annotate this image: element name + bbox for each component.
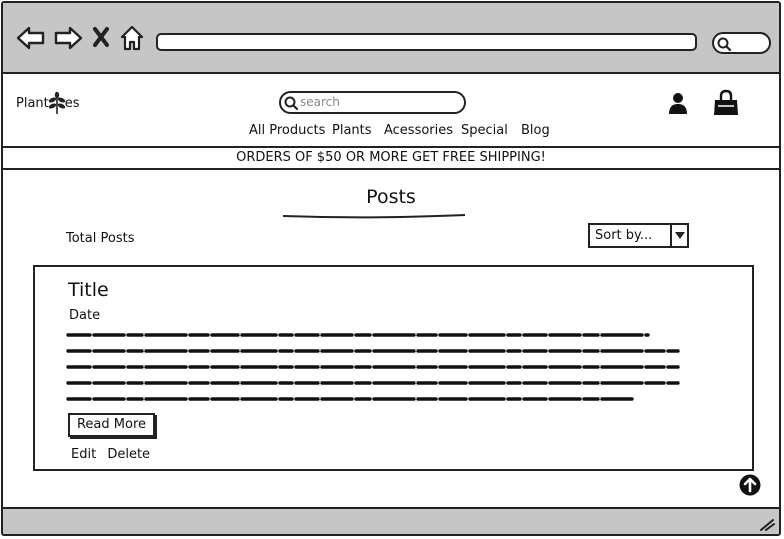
read-more-button[interactable]: Read More — [68, 413, 155, 437]
promo-banner: ORDERS OF $50 OR MORE GET FREE SHIPPING! — [3, 146, 779, 170]
post-date: Date — [69, 308, 101, 323]
nav-blog[interactable]: Blog — [521, 123, 550, 138]
browser-statusbar — [3, 507, 779, 534]
address-bar[interactable] — [156, 33, 697, 51]
sort-dropdown[interactable]: Sort by... — [588, 223, 689, 248]
edit-link[interactable]: Edit — [71, 447, 96, 462]
title-underline — [282, 214, 466, 219]
post-excerpt-placeholder — [66, 333, 680, 401]
forward-arrow-icon[interactable] — [53, 25, 83, 51]
sort-arrow-button[interactable] — [670, 225, 687, 246]
leaf-icon — [48, 91, 65, 114]
user-icon[interactable] — [667, 92, 689, 114]
page-title: Posts — [366, 186, 416, 208]
close-icon[interactable] — [92, 26, 110, 48]
nav-all-products[interactable]: All Products — [249, 123, 325, 138]
back-arrow-icon[interactable] — [16, 25, 46, 51]
site-search-box[interactable] — [279, 91, 466, 114]
nav-accessories[interactable]: Acessories — [384, 123, 453, 138]
post-actions: Edit Delete — [71, 447, 157, 462]
search-input[interactable] — [300, 94, 450, 110]
logo[interactable]: Plant es — [16, 91, 80, 115]
nav-plants[interactable]: Plants — [332, 123, 372, 138]
delete-link[interactable]: Delete — [107, 447, 150, 462]
browser-search-box[interactable] — [712, 32, 771, 54]
logo-text-right: es — [64, 95, 80, 111]
nav-special[interactable]: Special — [461, 123, 508, 138]
browser-toolbar — [3, 3, 779, 74]
chevron-down-icon — [675, 232, 685, 239]
post-title: Title — [68, 279, 109, 301]
resize-grip-icon[interactable] — [759, 517, 775, 531]
search-icon — [717, 37, 731, 51]
arrow-up-circle-icon[interactable] — [739, 474, 761, 496]
total-posts-label: Total Posts — [66, 231, 135, 246]
promo-text: ORDERS OF $50 OR MORE GET FREE SHIPPING! — [236, 150, 546, 165]
post-card: Title Date Read More Edit Delete — [33, 265, 754, 471]
site-header: Plant es search All Products Plants Aces… — [3, 74, 779, 146]
sort-value: Sort by... — [595, 228, 653, 243]
search-icon — [284, 96, 298, 110]
logo-text-left: Plant — [16, 95, 49, 111]
shopping-bag-icon[interactable] — [712, 89, 740, 117]
category-nav: All Products Plants Acessories Special B… — [3, 123, 779, 141]
browser-window: Plant es search All Products Plants Aces… — [1, 1, 781, 536]
home-icon[interactable] — [119, 24, 145, 52]
